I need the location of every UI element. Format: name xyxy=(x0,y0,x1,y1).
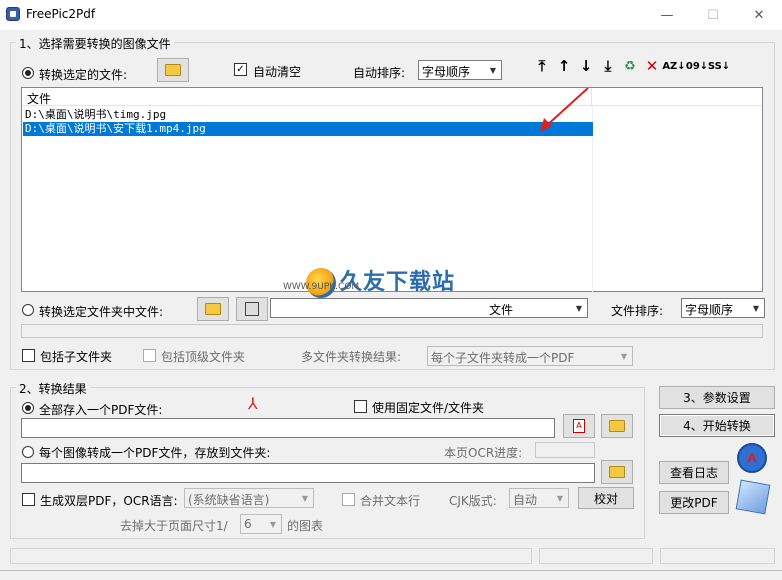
file-sort-select[interactable]: 字母顺序 ▼ xyxy=(681,298,765,318)
pick-output-folder-button[interactable] xyxy=(601,414,633,438)
auto-clear-checkbox[interactable]: ✓ xyxy=(234,63,247,76)
open-folder-icon xyxy=(205,303,221,315)
auto-sort-select[interactable]: 字母顺序 ▼ xyxy=(418,60,502,80)
folder-select[interactable]: 文件 ▼ xyxy=(270,298,588,318)
cjk-label: CJK版式: xyxy=(449,494,497,508)
convert-folder-label: 转换选定文件夹中文件: xyxy=(39,305,164,319)
chevron-down-icon: ▼ xyxy=(301,493,309,503)
pdf-logo-icon: ⅄ xyxy=(248,394,258,413)
move-down-icon[interactable]: ↓ xyxy=(577,57,595,75)
file-sort-value: 字母顺序 xyxy=(685,303,734,317)
move-up-icon[interactable]: ↑ xyxy=(555,57,573,75)
minimize-button[interactable]: — xyxy=(644,0,690,30)
folder-browse-icon xyxy=(245,302,259,316)
pdf-file-icon: A xyxy=(573,419,585,433)
auto-clear-label: 自动清空 xyxy=(253,65,302,79)
edit-pdf-icon[interactable] xyxy=(735,479,771,515)
ocr-progress-bar xyxy=(535,442,595,458)
output-group-legend: 2、转换结果 xyxy=(16,380,90,397)
chevron-down-icon: ▼ xyxy=(575,303,583,313)
file-list[interactable]: 文件 D:\桌面\说明书\timg.jpg D:\桌面\说明书\安下载1.mp4… xyxy=(21,87,763,292)
remove-charts-select[interactable]: 6 ▼ xyxy=(240,514,282,534)
chevron-down-icon: ▼ xyxy=(556,493,564,503)
file-list-header[interactable]: 文件 xyxy=(22,88,592,106)
merge-lines-label: 合并文本行 xyxy=(360,494,421,508)
status-segment-2 xyxy=(539,548,653,564)
remove-charts-suffix: 的图表 xyxy=(287,519,324,533)
pdf-file-input[interactable] xyxy=(21,418,555,438)
file-list-header-extra xyxy=(592,88,762,106)
add-files-button[interactable] xyxy=(157,58,189,82)
settings-button[interactable]: 3、参数设置 xyxy=(659,386,775,409)
status-segment-3 xyxy=(660,548,775,564)
pick-pdf-button[interactable]: A xyxy=(563,414,595,438)
convert-files-radio[interactable] xyxy=(22,67,34,79)
proofread-button[interactable]: 校对 xyxy=(578,487,634,509)
include-subfolders-label: 包括子文件夹 xyxy=(40,350,113,364)
open-folder-icon xyxy=(165,64,181,76)
convert-files-label: 转换选定的文件: xyxy=(39,68,128,82)
multi-folder-result-label: 多文件夹转换结果: xyxy=(301,350,402,364)
convert-folder-radio[interactable] xyxy=(22,304,34,316)
each-image-label: 每个图像转成一个PDF文件，存放到文件夹: xyxy=(39,446,271,460)
sort-ss-icon[interactable]: SS↓ xyxy=(708,57,730,75)
browse-folder-button[interactable] xyxy=(236,297,268,321)
ocr-progress-label: 本页OCR进度: xyxy=(444,446,523,460)
close-button[interactable]: ✕ xyxy=(736,0,782,30)
delete-icon[interactable]: ✕ xyxy=(643,57,661,75)
chevron-down-icon: ▼ xyxy=(620,351,628,361)
source-group-legend: 1、选择需要转换的图像文件 xyxy=(16,35,174,52)
move-top-icon[interactable]: ⤒ xyxy=(533,57,551,75)
include-top-folder-checkbox[interactable] xyxy=(143,349,156,362)
title-bar: FreePic2Pdf — ☐ ✕ xyxy=(0,0,782,30)
cjk-value: 自动 xyxy=(513,493,538,507)
include-subfolders-checkbox[interactable] xyxy=(22,349,35,362)
double-layer-label: 生成双层PDF，OCR语言: xyxy=(40,494,178,508)
log-icon[interactable]: A xyxy=(737,443,767,473)
chevron-down-icon: ▼ xyxy=(489,65,497,75)
folder-path-field[interactable] xyxy=(21,324,763,338)
maximize-button[interactable]: ☐ xyxy=(690,0,736,30)
double-layer-checkbox[interactable] xyxy=(22,493,35,506)
all-in-one-radio[interactable] xyxy=(22,402,34,414)
remove-charts-prefix: 去掉大于页面尺寸1/ xyxy=(120,519,228,533)
all-in-one-label: 全部存入一个PDF文件: xyxy=(39,403,163,417)
list-item[interactable]: D:\桌面\说明书\timg.jpg xyxy=(23,108,593,122)
auto-sort-label: 自动排序: xyxy=(353,66,406,80)
sort-az-icon[interactable]: AZ↓ xyxy=(662,57,685,75)
edit-pdf-button[interactable]: 更改PDF xyxy=(659,491,729,514)
sort-09-icon[interactable]: 09↓ xyxy=(686,57,708,75)
chevron-down-icon: ▼ xyxy=(752,303,760,313)
open-folder-icon xyxy=(609,466,625,478)
remove-charts-value: 6 xyxy=(244,517,252,531)
merge-lines-checkbox[interactable] xyxy=(342,493,355,506)
list-item-selected[interactable]: D:\桌面\说明书\安下载1.mp4.jpg xyxy=(23,122,593,136)
move-bottom-icon[interactable]: ⤓ xyxy=(599,57,617,75)
status-segment-1 xyxy=(10,548,532,564)
window-title: FreePic2Pdf xyxy=(26,7,96,21)
file-sort-label: 文件排序: xyxy=(611,304,664,318)
app-icon xyxy=(6,7,20,21)
recycle-icon[interactable]: ♻ xyxy=(621,57,639,75)
output-folder-input[interactable] xyxy=(21,463,595,483)
open-folder-icon xyxy=(609,420,625,432)
window-bottom-border xyxy=(0,570,782,571)
ocr-language-select[interactable]: (系统缺省语言) ▼ xyxy=(184,488,314,508)
auto-sort-value: 字母顺序 xyxy=(422,65,471,79)
multi-folder-result-value: 每个子文件夹转成一个PDF xyxy=(431,351,575,365)
red-arrow-annotation xyxy=(540,88,589,132)
view-log-button[interactable]: 查看日志 xyxy=(659,461,729,484)
ocr-language-value: (系统缺省语言) xyxy=(188,493,270,507)
start-convert-button[interactable]: 4、开始转换 xyxy=(659,414,775,437)
pick-each-folder-button[interactable] xyxy=(601,460,633,484)
open-folder-button[interactable] xyxy=(197,297,229,321)
include-top-folder-label: 包括顶级文件夹 xyxy=(161,350,246,364)
folder-select-value: 文件 xyxy=(489,303,514,317)
cjk-select[interactable]: 自动 ▼ xyxy=(509,488,569,508)
chevron-down-icon: ▼ xyxy=(269,519,277,529)
fixed-folder-label: 使用固定文件/文件夹 xyxy=(372,401,485,415)
fixed-folder-checkbox[interactable] xyxy=(354,400,367,413)
multi-folder-result-select[interactable]: 每个子文件夹转成一个PDF ▼ xyxy=(427,346,633,366)
each-image-radio[interactable] xyxy=(22,446,34,458)
